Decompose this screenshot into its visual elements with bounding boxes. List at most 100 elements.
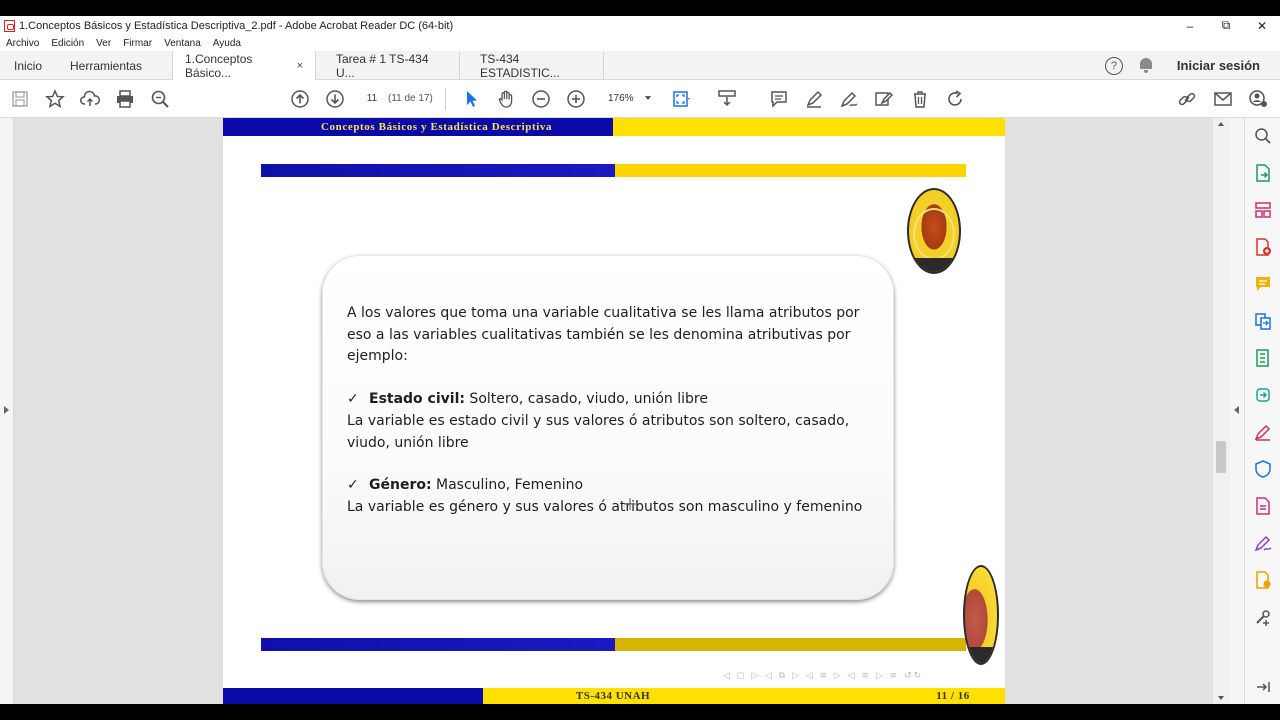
fit-page-icon[interactable] [672,89,692,109]
university-seal-logo [907,188,961,274]
item2-values: Masculino, Femenino [431,477,584,494]
tabbar-right: ? Iniciar sesión [1104,51,1280,80]
prev-page-icon[interactable] [290,89,310,109]
scroll-down-icon[interactable] [1218,696,1224,700]
check-icon: ✓ [347,391,359,408]
tab-document-3[interactable]: TS-434 ESTADISTIC... [468,51,604,80]
tab-herramientas[interactable]: Herramientas [58,51,154,80]
combine-files-icon[interactable] [1254,312,1272,330]
card-text: A los valores que toma una variable cual… [347,303,877,519]
more-tools-icon[interactable] [1254,608,1272,626]
slide-header-yellow [613,118,1005,136]
tab-document-2-label: Tarea # 1 TS-434 U... [336,51,429,80]
delete-icon[interactable] [910,89,930,109]
tab-herramientas-label: Herramientas [70,58,143,73]
menu-edicion[interactable]: Edición [45,38,90,49]
expand-left-icon [4,406,9,414]
zoom-level-select[interactable]: 176% [602,88,657,108]
title-bar: 1.Conceptos Básicos y Estadística Descri… [0,16,1280,35]
item1-line: ✓ Estado civil: Soltero, casado, viudo, u… [347,389,877,411]
menu-bar: Archivo Edición Ver Firmar Ventana Ayuda [0,35,1280,51]
left-panel-toggle[interactable] [0,118,14,704]
slide-top-stripe [261,164,966,177]
intro-paragraph: A los valores que toma una variable cual… [347,305,860,365]
print-icon[interactable] [115,89,135,109]
help-icon[interactable]: ? [1104,56,1123,75]
window-title: 1.Conceptos Básicos y Estadística Descri… [19,19,454,32]
sign-in-button[interactable]: Iniciar sesión [1177,58,1260,73]
select-arrow-icon[interactable] [461,89,481,109]
edit-stamp-icon[interactable] [874,89,894,109]
menu-ventana[interactable]: Ventana [158,38,207,49]
top-black-bar [0,0,1280,16]
shield-icon[interactable] [1254,460,1272,478]
bookmark-star-icon[interactable] [45,89,65,109]
stripe-yellow [615,638,966,651]
slide-footer-course: TS-434 UNAH [575,690,651,702]
compress-icon[interactable] [1254,349,1272,367]
menu-firmar[interactable]: Firmar [117,38,158,49]
check-icon: ✓ [347,477,359,494]
scrollbar-thumb[interactable] [1216,441,1226,473]
tools-pane [1244,118,1280,704]
next-page-icon[interactable] [325,89,345,109]
stripe-yellow [615,164,966,177]
vertical-scrollbar[interactable] [1213,118,1230,704]
hand-tool-icon[interactable] [496,89,516,109]
upload-cloud-icon[interactable] [80,89,100,109]
zoom-in-icon[interactable] [566,89,586,109]
sign-icon[interactable] [839,89,859,109]
comment-tool-icon[interactable] [1254,275,1272,293]
tab-document-2[interactable]: Tarea # 1 TS-434 U... [324,51,460,80]
slide-footer-blue [223,688,483,704]
highlight-pen-icon[interactable] [804,89,824,109]
save-icon[interactable] [10,89,30,109]
minimize-button[interactable]: – [1172,16,1208,35]
menu-ayuda[interactable]: Ayuda [207,38,247,49]
edit-pdf-icon[interactable] [1254,534,1272,552]
organize-pages-icon[interactable] [1254,201,1272,219]
university-seal-logo-bottom [963,565,999,665]
zoom-level-value: 176% [608,92,634,104]
tab-close-icon[interactable]: × [297,60,303,72]
scroll-mode-icon[interactable] [717,89,737,109]
export-pdf-icon[interactable] [1254,164,1272,182]
pdf-page: Conceptos Básicos y Estadística Descript… [223,118,1005,704]
tab-document-1[interactable]: 1.Conceptos Básico... × [172,51,316,80]
bottom-black-bar [0,704,1280,720]
send-review-icon[interactable] [1254,571,1272,589]
beamer-nav-icons[interactable]: ◁ ◻ ▷ ◁ ⧉ ▷ ◁ ≡ ▷ ◁ ≡ ▷ ≡ ↺↻ [723,671,923,681]
menu-ver[interactable]: Ver [90,38,117,49]
slide-bottom-stripe [261,638,966,651]
tab-document-3-label: TS-434 ESTADISTIC... [480,51,560,80]
scroll-up-icon[interactable] [1218,122,1224,126]
create-pdf-icon[interactable] [1254,238,1272,256]
page-count-label: (11 de 17) [388,92,433,104]
notification-bell-icon[interactable] [1139,58,1153,73]
zoom-search-icon[interactable] [1254,127,1272,145]
rotate-icon[interactable] [945,89,965,109]
menu-archivo[interactable]: Archivo [0,38,45,49]
content-card: A los valores que toma una variable cual… [322,255,894,600]
close-window-button[interactable]: ✕ [1244,16,1280,35]
search-zoom-icon[interactable] [150,89,170,109]
zoom-out-icon[interactable] [531,89,551,109]
right-panel-toggle[interactable] [1230,118,1244,704]
email-icon[interactable] [1213,89,1233,109]
tab-document-1-label: 1.Conceptos Básico... [185,51,253,80]
share-link-icon[interactable] [1177,89,1197,109]
chevron-down-icon [645,96,651,100]
protect-icon[interactable] [1254,386,1272,404]
comment-icon[interactable] [769,89,789,109]
page-number-input[interactable]: 11 [359,88,385,108]
tab-inicio[interactable]: Inicio [2,51,54,80]
user-share-icon[interactable] [1248,89,1268,109]
fill-sign-icon[interactable] [1254,423,1272,441]
restore-button[interactable]: ⧉ [1208,16,1244,35]
item1-values: Soltero, casado, viudo, unión libre [464,391,708,408]
scan-icon[interactable] [1254,497,1272,515]
slide-header-title: Conceptos Básicos y Estadística Descript… [223,118,613,136]
item2-description: La variable es género y sus valores ó at… [347,498,863,515]
collapse-panel-icon[interactable] [1254,678,1272,696]
